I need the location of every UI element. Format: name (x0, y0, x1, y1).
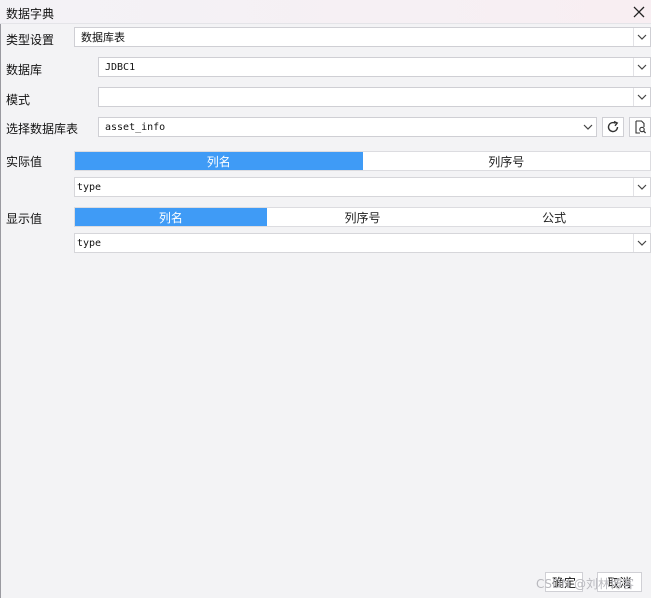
actual-value-select-value: type (77, 181, 102, 193)
display-value-select-value: type (77, 237, 102, 249)
tab-actual-column-index[interactable]: 列序号 (363, 152, 651, 170)
document-search-icon (635, 120, 647, 134)
actual-value-tabs: 列名 列序号 (74, 151, 651, 171)
database-select[interactable]: JDBC1 (98, 57, 651, 77)
tab-display-column-index[interactable]: 列序号 (267, 208, 459, 226)
refresh-icon (607, 120, 619, 133)
dialog-title: 数据字典 (6, 7, 55, 21)
table-select[interactable]: asset_info (98, 117, 597, 137)
preview-button[interactable] (629, 117, 651, 137)
schema-label: 模式 (6, 93, 31, 107)
refresh-button[interactable] (602, 117, 624, 137)
tab-display-column-name[interactable]: 列名 (75, 208, 267, 226)
display-value-label: 显示值 (6, 212, 43, 226)
type-label: 类型设置 (6, 33, 55, 47)
close-icon (633, 6, 645, 18)
window-left-edge (0, 24, 1, 598)
database-label: 数据库 (6, 63, 43, 77)
actual-value-label: 实际值 (6, 155, 43, 169)
schema-select[interactable] (98, 87, 651, 107)
database-select-value: JDBC1 (105, 61, 136, 73)
title-bar: 数据字典 (0, 0, 651, 24)
chevron-down-icon[interactable] (633, 58, 650, 76)
table-label: 选择数据库表 (6, 122, 79, 136)
chevron-down-icon[interactable] (633, 234, 650, 252)
actual-value-select[interactable]: type (74, 177, 651, 197)
chevron-down-icon[interactable] (633, 178, 650, 196)
chevron-down-icon[interactable] (633, 88, 650, 106)
ok-button[interactable]: 确定 (545, 572, 583, 592)
display-value-select[interactable]: type (74, 233, 651, 253)
tab-actual-column-name[interactable]: 列名 (75, 152, 363, 170)
tab-display-formula[interactable]: 公式 (458, 208, 650, 226)
chevron-down-icon[interactable] (579, 118, 596, 136)
close-button[interactable] (629, 2, 649, 22)
cancel-button[interactable]: 取消 (597, 572, 642, 592)
type-select[interactable]: 数据库表 (74, 27, 651, 47)
chevron-down-icon[interactable] (633, 28, 650, 46)
display-value-tabs: 列名 列序号 公式 (74, 207, 651, 227)
table-select-value: asset_info (105, 121, 166, 133)
type-select-value: 数据库表 (81, 31, 125, 44)
